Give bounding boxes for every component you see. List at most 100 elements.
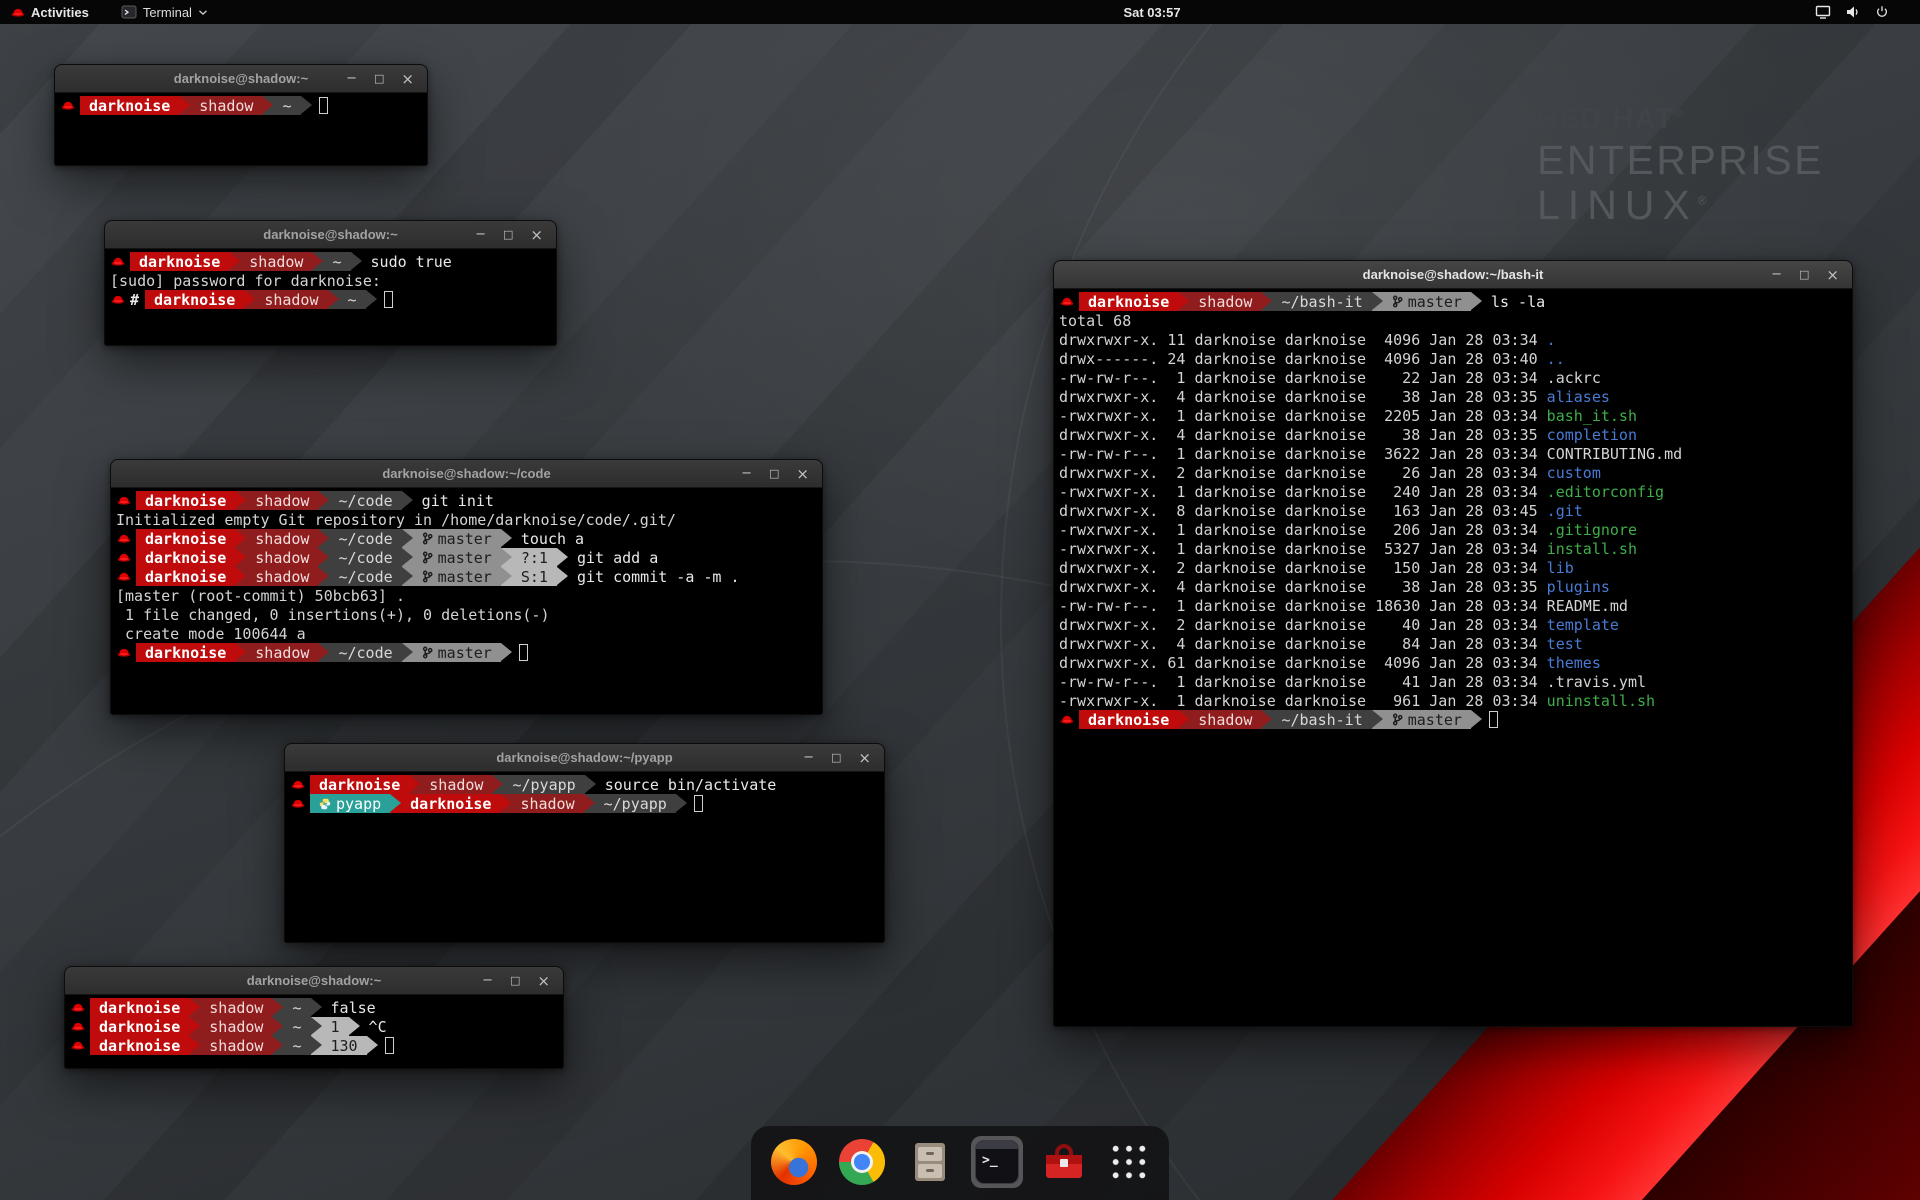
command-text: git add a (568, 549, 658, 567)
terminal-window-home-b[interactable]: darknoise@shadow:~−□×darknoiseshadow~ fa… (64, 966, 564, 1069)
dock-item-terminal[interactable]: >_ (971, 1136, 1023, 1188)
dock-item-chrome[interactable] (835, 1135, 889, 1189)
terminal-window-sudo[interactable]: darknoise@shadow:~−□×darknoiseshadow~ su… (104, 220, 557, 346)
dock-item-appgrid[interactable] (1105, 1138, 1153, 1186)
maximize-button[interactable]: □ (831, 744, 841, 772)
dock-item-files[interactable] (903, 1135, 957, 1189)
terminal-body[interactable]: darknoiseshadow~ (55, 93, 427, 165)
app-menu-label: Terminal (143, 5, 192, 20)
output-line: drwxrwxr-x. 61 darknoise darknoise 4096 … (1059, 653, 1847, 672)
maximize-button[interactable]: □ (510, 967, 520, 995)
terminal-text: -rwxrwxr-x. 1 darknoise darknoise 2205 J… (1059, 407, 1547, 425)
branch-icon (1392, 713, 1403, 726)
maximize-button[interactable]: □ (503, 221, 513, 249)
terminal-body[interactable]: darknoiseshadow~/bash-itmaster ls -latot… (1054, 289, 1852, 1026)
powerline-segment-git: master (413, 548, 501, 567)
display-icon[interactable] (1808, 0, 1838, 24)
terminal-body[interactable]: darknoiseshadow~/pyapp source bin/activa… (285, 772, 884, 942)
powerline-separator (235, 548, 246, 567)
powerline-segment-venv: pyapp (310, 794, 390, 813)
powerline-segment-path: ~/pyapp (503, 775, 584, 794)
window-controls: −□ × (475, 221, 556, 249)
powerline-segment-user: darknoise (136, 529, 235, 548)
powerline-segment-host: shadow (200, 998, 272, 1017)
directory-name: completion (1547, 426, 1637, 444)
output-line: -rwxrwxr-x. 1 darknoise darknoise 2205 J… (1059, 406, 1847, 425)
powerline-segment-host: shadow (246, 529, 318, 548)
powerline-segment-git: master (413, 529, 501, 548)
terminal-body[interactable]: darknoiseshadow~/code git initInitialize… (111, 488, 822, 714)
chevron-down-icon[interactable] (1896, 0, 1910, 24)
powerline-segment-user: darknoise (136, 643, 235, 662)
dock-item-toolbox[interactable] (1037, 1135, 1091, 1189)
output-line: drwxrwxr-x. 4 darknoise darknoise 38 Jan… (1059, 425, 1847, 444)
maximize-button[interactable]: □ (374, 65, 384, 93)
powerline-separator (318, 643, 329, 662)
window-titlebar[interactable]: darknoise@shadow:~/bash-it−□ × (1054, 261, 1852, 289)
command-text: source bin/activate (596, 776, 777, 794)
window-titlebar[interactable]: darknoise@shadow:~−□× (65, 967, 563, 995)
app-menu-button[interactable]: Terminal (110, 0, 219, 24)
powerline-segment-path: ~ (339, 290, 366, 309)
powerline-separator (244, 290, 255, 309)
system-status-area[interactable] (1808, 0, 1920, 24)
close-button[interactable]: × (401, 65, 414, 93)
command-text: ls -la (1482, 293, 1545, 311)
window-controls: −□ × (346, 65, 427, 93)
terminal-text: drwxrwxr-x. 61 darknoise darknoise 4096 … (1059, 654, 1547, 672)
powerline-separator (1372, 292, 1383, 311)
terminal-window-home-a[interactable]: darknoise@shadow:~−□×darknoiseshadow~ (54, 64, 428, 166)
minimize-button[interactable]: − (482, 967, 493, 995)
output-line: -rwxrwxr-x. 1 darknoise darknoise 240 Ja… (1059, 482, 1847, 501)
output-line: create mode 100644 a (116, 624, 817, 643)
output-line: drwxrwxr-x. 2 darknoise darknoise 26 Jan… (1059, 463, 1847, 482)
output-line: -rwxrwxr-x. 1 darknoise darknoise 961 Ja… (1059, 691, 1847, 710)
power-icon[interactable] (1868, 0, 1896, 24)
volume-icon[interactable] (1838, 0, 1868, 24)
close-button[interactable]: × (858, 744, 871, 772)
dock: >_ (751, 1126, 1169, 1200)
close-button[interactable]: × (537, 967, 550, 995)
minimize-button[interactable]: − (475, 221, 486, 249)
maximize-button[interactable]: □ (1799, 261, 1809, 289)
terminal-text: drwx------. 24 darknoise darknoise 4096 … (1059, 350, 1547, 368)
terminal-app-icon (121, 5, 137, 19)
terminal-body[interactable]: darknoiseshadow~ sudo true[sudo] passwor… (105, 249, 556, 345)
minimize-button[interactable]: − (346, 65, 357, 93)
terminal-window-bash-it[interactable]: darknoise@shadow:~/bash-it−□ ×darknoisesh… (1053, 260, 1853, 1027)
activities-button[interactable]: Activities (0, 0, 100, 24)
directory-name: test (1547, 635, 1583, 653)
terminal-text: README.md (1547, 597, 1628, 615)
redhat-prompt-icon (111, 294, 125, 305)
powerline-segment-user: darknoise (130, 252, 229, 271)
command-text: git init (413, 492, 494, 510)
terminal-body[interactable]: darknoiseshadow~ falsedarknoiseshadow~1 … (65, 995, 563, 1068)
prompt-line: darknoiseshadow~/codemaster (116, 643, 817, 662)
prompt-line: darknoiseshadow~/codemaster?:1 git add a (116, 548, 817, 567)
window-titlebar[interactable]: darknoise@shadow:~−□× (105, 221, 556, 249)
output-line: -rw-rw-r--. 1 darknoise darknoise 18630 … (1059, 596, 1847, 615)
minimize-button[interactable]: − (803, 744, 814, 772)
terminal-window-pyapp[interactable]: darknoise@shadow:~/pyapp−□×darknoiseshad… (284, 743, 885, 943)
prompt-line: darknoiseshadow~ sudo true (110, 252, 551, 271)
close-button[interactable]: × (530, 221, 543, 249)
maximize-button[interactable]: □ (769, 460, 779, 488)
window-titlebar[interactable]: darknoise@shadow:~−□× (55, 65, 427, 93)
minimize-button[interactable]: − (741, 460, 752, 488)
window-titlebar[interactable]: darknoise@shadow:~/code−□× (111, 460, 822, 488)
branch-icon (422, 570, 433, 583)
powerline-separator (402, 529, 413, 548)
window-titlebar[interactable]: darknoise@shadow:~/pyapp−□× (285, 744, 884, 772)
dock-item-firefox[interactable] (767, 1135, 821, 1189)
prompt-line: #darknoiseshadow~ (110, 290, 551, 309)
output-line: -rwxrwxr-x. 1 darknoise darknoise 5327 J… (1059, 539, 1847, 558)
powerline-segment-host: shadow (511, 794, 583, 813)
clock[interactable]: Sat 03:57 (1123, 0, 1180, 24)
close-button[interactable]: × (796, 460, 809, 488)
close-button[interactable]: × (1826, 261, 1839, 289)
powerline-separator (501, 567, 512, 586)
terminal-window-code[interactable]: darknoise@shadow:~/code−□×darknoiseshado… (110, 459, 823, 715)
window-title: darknoise@shadow:~/bash-it (1054, 267, 1852, 282)
terminal-cursor (384, 291, 393, 308)
minimize-button[interactable]: − (1771, 261, 1782, 289)
